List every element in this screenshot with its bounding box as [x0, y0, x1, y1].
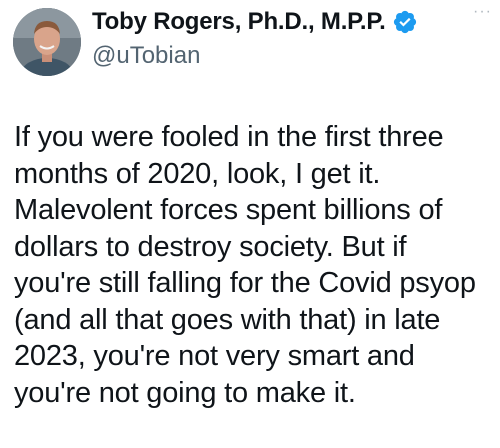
- tweet-card: Toby Rogers, Ph.D., M.P.P. @uTobian ··· …: [0, 0, 500, 448]
- more-options-icon[interactable]: ···: [473, 2, 492, 22]
- avatar-photo: [13, 8, 81, 76]
- avatar[interactable]: [13, 8, 81, 76]
- tweet-text: If you were fooled in the first three mo…: [14, 121, 476, 409]
- author-display-name[interactable]: Toby Rogers, Ph.D., M.P.P.: [92, 7, 386, 37]
- author-name-row: Toby Rogers, Ph.D., M.P.P.: [92, 7, 418, 37]
- verified-badge-icon: [392, 9, 418, 35]
- author-handle[interactable]: @uTobian: [92, 41, 200, 71]
